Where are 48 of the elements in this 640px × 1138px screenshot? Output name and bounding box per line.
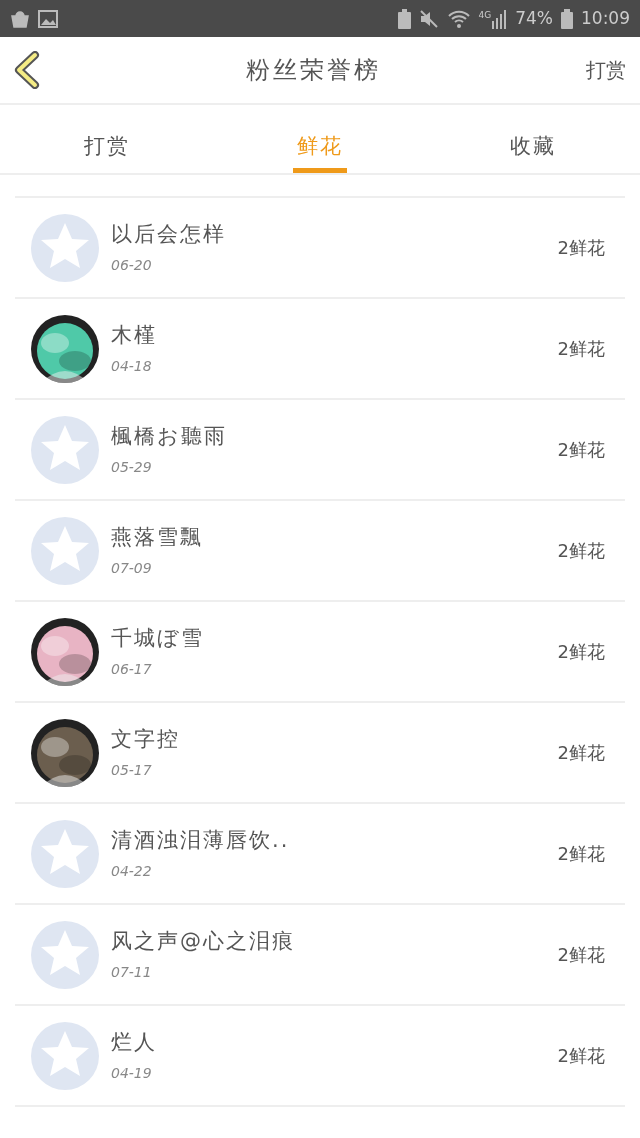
date: 06-20 (111, 255, 153, 275)
flower-count: 2鲜花 (557, 438, 605, 462)
wifi-icon (446, 8, 471, 29)
default-avatar-icon (31, 415, 99, 484)
user-name: 千城ぼ雪 (111, 625, 205, 653)
default-avatar-icon (31, 819, 99, 888)
flower-count: 2鲜花 (557, 842, 605, 866)
user-name: 楓橋お聽雨 (111, 423, 228, 451)
image-icon (38, 9, 58, 28)
clock: 10:09 (581, 6, 630, 30)
battery-percentage: 74% (515, 6, 553, 30)
flower-count: 2鲜花 (557, 741, 605, 765)
user-name: 文字控 (111, 726, 181, 754)
user-name: 烂人 (111, 1029, 158, 1057)
bag-icon (10, 8, 30, 29)
mute-icon (418, 8, 439, 29)
signal-icon (491, 8, 508, 29)
user-name: 风之声@心之泪痕 (111, 928, 296, 956)
flower-count: 2鲜花 (557, 236, 605, 260)
user-name: 以后会怎样 (111, 221, 227, 249)
flower-count: 2鲜花 (557, 337, 605, 361)
battery-saver-icon (397, 8, 411, 29)
flower-count: 2鲜花 (557, 943, 605, 967)
battery-icon (561, 8, 573, 29)
reward-button[interactable]: 打赏 (586, 55, 626, 85)
date: 05-29 (111, 457, 153, 477)
date: 04-22 (111, 861, 153, 881)
date: 07-11 (111, 962, 153, 982)
default-avatar-icon (31, 920, 99, 989)
default-avatar-icon (31, 1021, 99, 1090)
flower-count: 2鲜花 (557, 1044, 605, 1068)
default-avatar-icon (31, 213, 99, 282)
tab[interactable]: 打赏 (79, 110, 134, 173)
default-avatar-icon (31, 516, 99, 585)
back-button[interactable] (14, 51, 40, 89)
user-name: 清酒浊泪薄唇饮.. (111, 827, 291, 855)
user-name: 燕落雪飄 (111, 524, 204, 552)
date: 04-18 (111, 356, 153, 376)
date: 05-17 (111, 760, 153, 780)
flower-count: 2鲜花 (557, 539, 605, 563)
tab[interactable]: 收藏 (506, 110, 561, 173)
user-name: 木槿 (111, 322, 158, 350)
network-label: 4G (478, 8, 492, 22)
page-title: 粉丝荣誉榜 (245, 55, 381, 86)
flower-count: 2鲜花 (557, 640, 605, 664)
date: 07-09 (111, 558, 153, 578)
date: 06-17 (111, 659, 153, 679)
date: 04-19 (111, 1063, 153, 1083)
